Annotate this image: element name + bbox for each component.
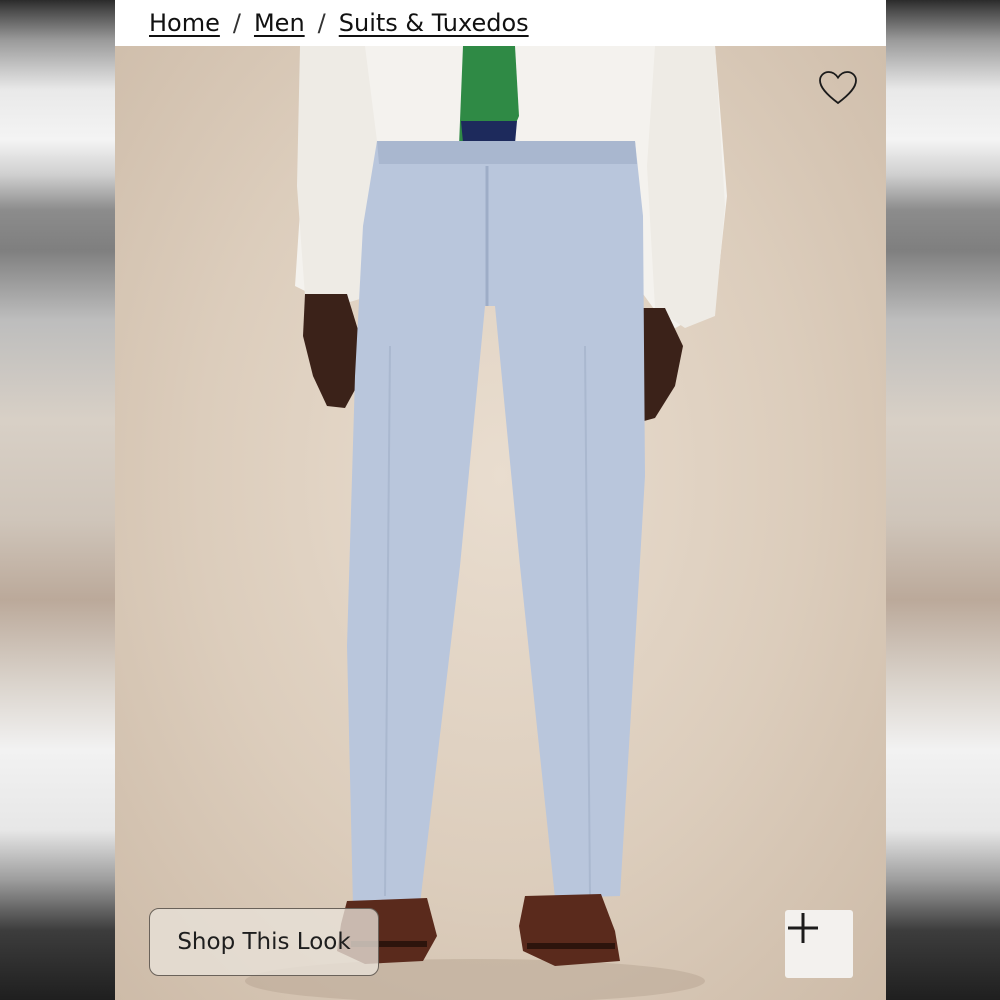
product-card: Home / Men / Suits & Tuxedos Shop This L… bbox=[115, 0, 886, 1000]
breadcrumb-suits-link[interactable]: Suits & Tuxedos bbox=[339, 9, 529, 37]
add-button[interactable] bbox=[785, 910, 853, 978]
favorite-button[interactable] bbox=[818, 70, 862, 110]
breadcrumb-separator: / bbox=[232, 9, 241, 37]
breadcrumb: Home / Men / Suits & Tuxedos bbox=[115, 0, 886, 46]
shop-this-look-button[interactable]: Shop This Look bbox=[149, 908, 379, 976]
breadcrumb-men-link[interactable]: Men bbox=[254, 9, 305, 37]
breadcrumb-separator: / bbox=[317, 9, 326, 37]
model-illustration bbox=[245, 46, 727, 1000]
right-blur-gutter bbox=[886, 0, 1000, 1000]
plus-icon bbox=[788, 913, 818, 943]
breadcrumb-home-link[interactable]: Home bbox=[149, 9, 220, 37]
heart-outline-icon bbox=[819, 71, 857, 105]
product-photo[interactable]: Shop This Look bbox=[115, 46, 886, 1000]
left-blur-gutter bbox=[0, 0, 115, 1000]
